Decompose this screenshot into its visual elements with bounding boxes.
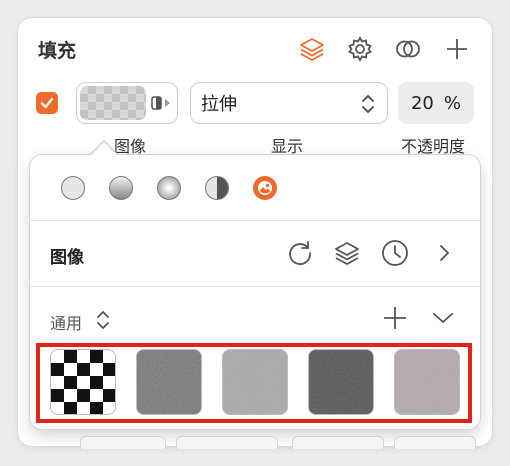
- texture-group-select[interactable]: 通用: [50, 309, 110, 335]
- underlying-control: [80, 436, 166, 449]
- scale-mode-value: 拉伸: [201, 94, 237, 115]
- fill-title: 填充: [38, 40, 77, 62]
- opacity-value: 20: [410, 92, 434, 114]
- chevron-updown-icon: [361, 94, 375, 119]
- fill-enabled-checkbox[interactable]: [36, 92, 58, 114]
- image-fill-icon[interactable]: [253, 176, 277, 200]
- radial-gradient-icon[interactable]: [157, 176, 181, 200]
- texture-selection-highlight: [36, 343, 472, 423]
- display-label: 显示: [271, 137, 304, 156]
- underlying-control: [176, 436, 278, 449]
- divider: [30, 286, 480, 287]
- popover-arrow-fill: [89, 142, 119, 157]
- image-preview: [80, 86, 146, 120]
- image-layers-icon[interactable]: [332, 238, 362, 268]
- opacity-unit: %: [443, 92, 461, 114]
- rotate-icon[interactable]: [285, 238, 315, 268]
- image-swatch-button[interactable]: [76, 82, 178, 124]
- opacity-field[interactable]: 20 %: [398, 82, 474, 124]
- add-texture-icon[interactable]: [382, 305, 408, 335]
- gear-icon[interactable]: [345, 34, 375, 64]
- underlying-control: [292, 436, 384, 449]
- divider: [30, 220, 480, 221]
- underlying-control: [394, 436, 476, 449]
- texture-group-label: 通用: [50, 314, 83, 333]
- angular-gradient-icon[interactable]: [205, 176, 229, 200]
- linear-gradient-icon[interactable]: [109, 176, 133, 200]
- image-section-title: 图像: [50, 248, 84, 268]
- add-fill-icon[interactable]: [442, 34, 472, 64]
- solid-fill-icon[interactable]: [61, 176, 85, 200]
- image-picker-icon: [151, 95, 173, 115]
- chevron-down-icon[interactable]: [431, 309, 455, 331]
- chevron-right-icon[interactable]: [429, 238, 459, 268]
- clock-icon[interactable]: [380, 238, 410, 268]
- chevron-updown-icon: [96, 309, 110, 335]
- scale-mode-select[interactable]: 拉伸: [190, 82, 388, 124]
- layers-icon[interactable]: [297, 34, 327, 64]
- opacity-label: 不透明度: [401, 137, 466, 156]
- blend-mode-icon[interactable]: [393, 34, 423, 64]
